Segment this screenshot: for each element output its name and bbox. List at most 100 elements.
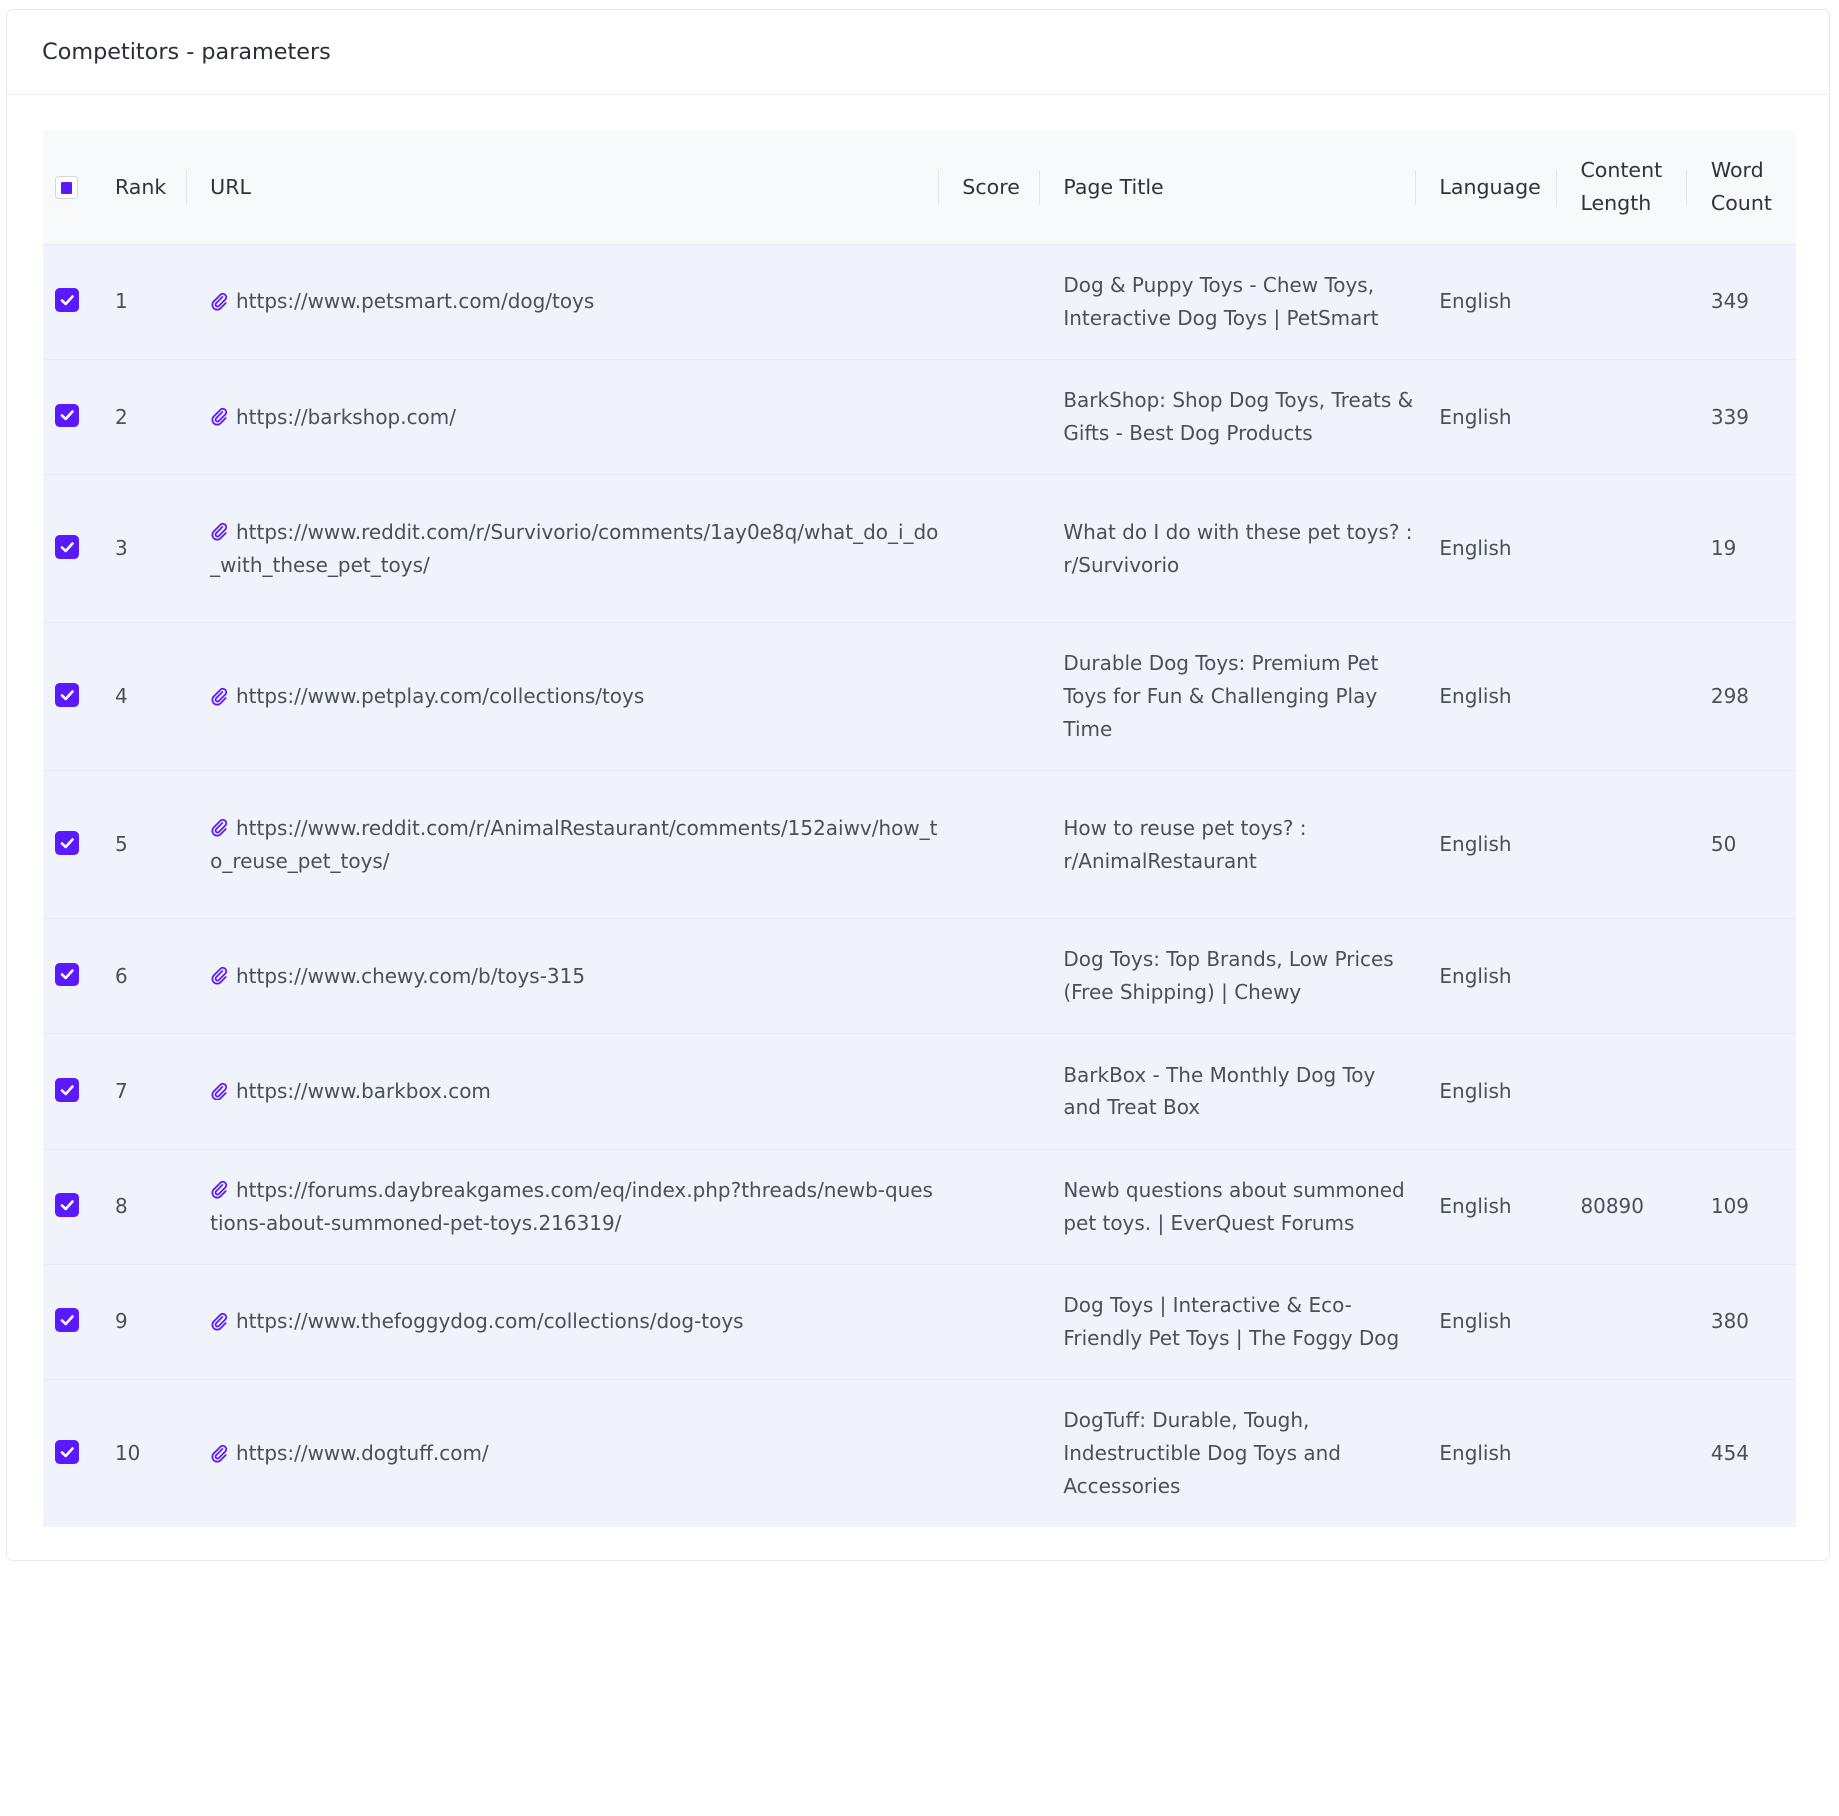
competitors-table: Rank URL Score Page Title Language Conte… (43, 130, 1796, 1528)
col-header-url[interactable]: URL (187, 130, 939, 244)
word-count-cell: 109 (1687, 1149, 1795, 1264)
page-title-value: Newb questions about summoned pet toys. … (1063, 1177, 1405, 1235)
page-title-value: How to reuse pet toys? : r/AnimalRestaur… (1063, 815, 1307, 873)
page-title-cell: BarkShop: Shop Dog Toys, Treats & Gifts … (1040, 359, 1416, 474)
paperclip-icon (211, 687, 228, 706)
language-value: English (1439, 1194, 1512, 1219)
word-count-cell: 19 (1687, 475, 1795, 623)
word-count-value: 454 (1710, 1441, 1749, 1466)
checkmark-icon (60, 1199, 74, 1211)
language-cell: English (1416, 475, 1557, 623)
paperclip-icon (211, 819, 228, 837)
table-row: 1 https://www.petsmart.com/dog/toys Dog … (43, 244, 1796, 360)
row-checkbox[interactable] (55, 683, 79, 707)
checkmark-icon (60, 837, 74, 849)
url-cell: https://www.dogtuff.com/ (187, 1379, 939, 1527)
row-checkbox[interactable] (55, 288, 79, 312)
table-row: 6 https://www.chewy.com/b/toys-315 Dog T… (43, 918, 1796, 1034)
row-checkbox[interactable] (55, 962, 79, 987)
rank-value: 3 (114, 536, 128, 561)
word-count-cell: 298 (1687, 623, 1795, 771)
col-header-rank[interactable]: Rank (91, 130, 187, 244)
select-all-checkbox[interactable] (55, 176, 79, 200)
row-checkbox[interactable] (55, 403, 79, 428)
checkmark-icon (60, 689, 74, 701)
url-link[interactable]: https://www.petplay.com/collections/toys (236, 684, 644, 708)
url-link[interactable]: https://www.chewy.com/b/toys-315 (236, 964, 585, 988)
rank-cell: 10 (91, 1379, 186, 1527)
content-length-cell (1557, 1264, 1687, 1379)
page-title-value: Dog & Puppy Toys - Chew Toys, Interactiv… (1063, 272, 1379, 330)
url-link[interactable]: https://forums.daybreakgames.com/eq/inde… (210, 1178, 933, 1235)
row-checkbox[interactable] (55, 831, 79, 855)
paperclip-icon (211, 523, 228, 541)
card-header: Competitors - parameters (6, 10, 1829, 95)
url-link[interactable]: https://www.barkbox.com (236, 1079, 491, 1103)
language-cell: English (1416, 623, 1557, 771)
url-link[interactable]: https://www.thefoggydog.com/collections/… (236, 1309, 744, 1333)
content-length-cell (1557, 1379, 1687, 1527)
word-count-value: 339 (1710, 404, 1749, 429)
page-title-value: DogTuff: Durable, Tough, Indestructible … (1063, 1408, 1341, 1499)
word-count-cell: 349 (1687, 244, 1795, 359)
word-count-cell: 339 (1687, 359, 1795, 474)
rank-cell: 9 (91, 1264, 186, 1379)
rank-cell: 7 (91, 1034, 186, 1149)
url-link[interactable]: https://barkshop.com/ (236, 405, 456, 429)
url-cell: https://www.barkbox.com (187, 1034, 939, 1149)
checkmark-icon (60, 1446, 74, 1458)
checkmark-icon (60, 410, 74, 421)
language-cell: English (1416, 919, 1557, 1034)
url-link[interactable]: https://www.reddit.com/r/AnimalRestauran… (210, 816, 937, 873)
url-cell: https://forums.daybreakgames.com/eq/inde… (187, 1149, 939, 1264)
row-checkbox[interactable] (55, 1078, 79, 1102)
table-row: 8 https://forums.daybreakgames.com/eq/in… (43, 1149, 1796, 1265)
word-count-value: 380 (1710, 1309, 1749, 1334)
rank-cell: 5 (91, 771, 186, 919)
url-link[interactable]: https://www.petsmart.com/dog/toys (236, 289, 594, 313)
url-cell: https://www.reddit.com/r/AnimalRestauran… (187, 771, 939, 919)
table-row: 2 https://barkshop.com/ BarkShop: Shop D… (43, 359, 1796, 475)
rank-value: 5 (114, 832, 128, 857)
col-header-content-length[interactable]: Content Length (1557, 130, 1688, 244)
score-cell (939, 919, 1040, 1034)
row-checkbox[interactable] (55, 535, 79, 559)
row-checkbox[interactable] (55, 1440, 79, 1464)
page-title-cell: Durable Dog Toys: Premium Pet Toys for F… (1040, 623, 1416, 771)
rank-cell: 1 (91, 244, 186, 359)
word-count-cell (1687, 919, 1795, 1034)
row-checkbox[interactable] (55, 1308, 79, 1332)
page-title-cell: Dog & Puppy Toys - Chew Toys, Interactiv… (1040, 244, 1416, 359)
language-cell: English (1416, 1034, 1557, 1149)
checkmark-icon (60, 969, 74, 980)
content-length-cell (1557, 1034, 1687, 1149)
row-checkbox[interactable] (55, 1193, 79, 1217)
rank-cell: 2 (91, 359, 186, 474)
score-cell (939, 244, 1040, 359)
col-header-language[interactable]: Language (1416, 130, 1557, 244)
content-length-value: 80890 (1580, 1194, 1644, 1219)
rank-value: 9 (114, 1309, 128, 1334)
table-row: 5 https://www.reddit.com/r/AnimalRestaur… (43, 770, 1796, 919)
url-link[interactable]: https://www.reddit.com/r/Survivorio/comm… (210, 520, 938, 577)
competitors-card: Competitors - parameters Rank URL Score … (5, 9, 1830, 1561)
url-link[interactable]: https://www.dogtuff.com/ (236, 1441, 489, 1465)
word-count-cell (1687, 1034, 1795, 1149)
col-header-score[interactable]: Score (939, 130, 1040, 244)
table-row: 7 https://www.barkbox.com BarkBox - The … (43, 1033, 1796, 1150)
card-title: Competitors - parameters (42, 39, 331, 66)
score-cell (939, 475, 1040, 623)
rank-cell: 8 (91, 1149, 186, 1264)
rank-value: 10 (114, 1441, 141, 1466)
col-header-page-title[interactable]: Page Title (1040, 130, 1416, 244)
language-cell: English (1416, 1149, 1557, 1264)
url-cell: https://www.reddit.com/r/Survivorio/comm… (187, 475, 939, 623)
rank-value: 7 (114, 1079, 128, 1104)
score-cell (939, 1034, 1040, 1149)
table-row: 3 https://www.reddit.com/r/Survivorio/co… (43, 474, 1796, 623)
col-header-word-count[interactable]: Word Count (1687, 130, 1795, 244)
language-cell: English (1416, 1264, 1557, 1379)
word-count-value: 298 (1710, 684, 1749, 709)
language-value: English (1439, 684, 1512, 709)
select-all-cell (43, 130, 91, 244)
